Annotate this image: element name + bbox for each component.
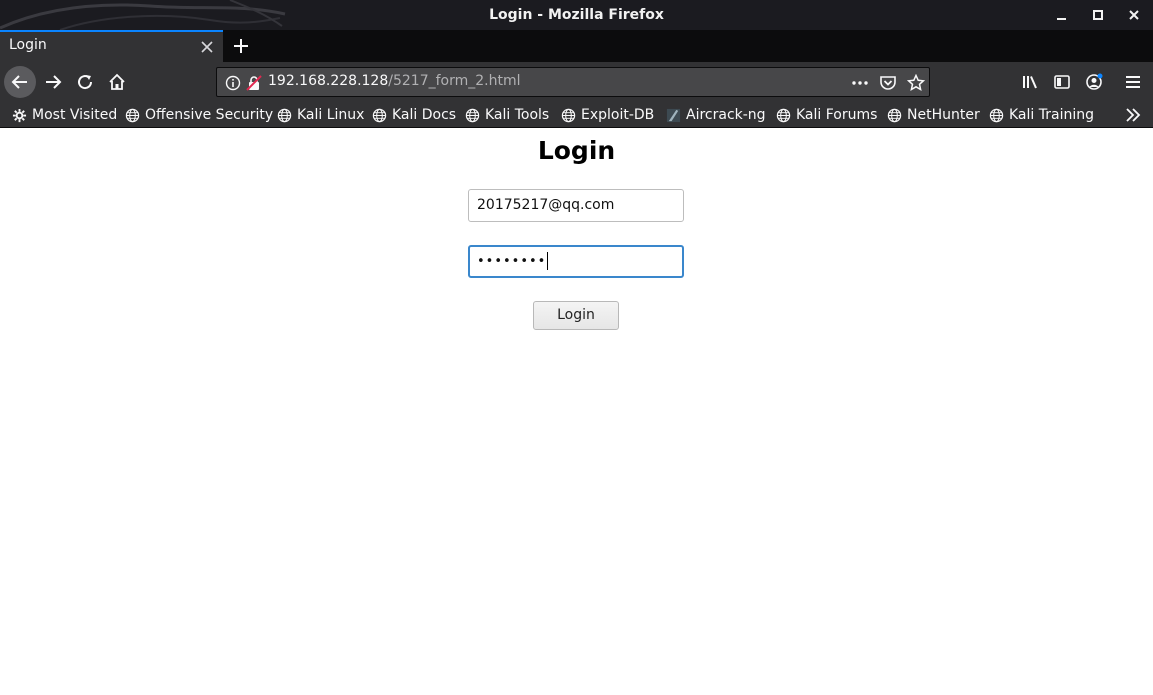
page-actions-icon[interactable]	[851, 74, 869, 92]
bookmark-star-icon[interactable]	[907, 74, 925, 92]
page-content: Login 20175217@qq.com •••••••• Login	[0, 128, 1153, 695]
window-titlebar: Login - Mozilla Firefox	[0, 0, 1153, 30]
home-icon	[109, 73, 125, 90]
url-host: 192.168.228.128	[268, 73, 389, 89]
url-bar[interactable]: 192.168.228.128/5217_form_2.html	[216, 67, 930, 97]
info-icon[interactable]	[225, 75, 241, 91]
library-icon[interactable]	[1021, 73, 1039, 91]
tab-close-icon[interactable]	[200, 40, 214, 54]
bookmark-label: Kali Docs	[392, 107, 457, 123]
minimize-button[interactable]	[1053, 6, 1071, 24]
insecure-lock-icon[interactable]	[246, 75, 262, 91]
globe-icon	[989, 108, 1004, 123]
bookmark-label: Kali Forums	[796, 107, 878, 123]
globe-icon	[372, 108, 387, 123]
back-arrow-icon	[11, 75, 27, 89]
pocket-icon[interactable]	[879, 74, 897, 92]
bookmark-label: NetHunter	[907, 107, 980, 123]
url-path: /5217_form_2.html	[388, 73, 521, 89]
close-window-button[interactable]	[1125, 6, 1143, 24]
sidebar-icon[interactable]	[1053, 73, 1071, 91]
minimize-icon	[1057, 18, 1066, 20]
maximize-button[interactable]	[1089, 6, 1107, 24]
password-input[interactable]: ••••••••	[468, 245, 684, 278]
login-button[interactable]: Login	[533, 301, 619, 330]
bookmark-label: Kali Linux	[297, 107, 365, 123]
globe-icon	[465, 108, 480, 123]
tab-strip: Login	[0, 30, 1153, 62]
bookmarks-toolbar: Most Visited Offensive Security Kali Lin…	[0, 102, 1153, 128]
hamburger-menu-icon[interactable]	[1124, 73, 1142, 91]
email-input[interactable]: 20175217@qq.com	[468, 189, 684, 222]
aircrack-icon	[666, 108, 681, 123]
bookmark-label: Offensive Security	[145, 107, 274, 123]
tab-title: Login	[9, 37, 47, 53]
bookmark-label: Kali Tools	[485, 107, 550, 123]
url-text[interactable]: 192.168.228.128/5217_form_2.html	[268, 73, 520, 89]
bookmark-label: Exploit-DB	[581, 107, 655, 123]
back-button[interactable]	[4, 66, 36, 98]
tab-login[interactable]: Login	[0, 30, 223, 62]
globe-icon	[776, 108, 791, 123]
text-caret	[547, 252, 549, 270]
reload-button[interactable]	[70, 67, 100, 97]
globe-icon	[887, 108, 902, 123]
globe-icon	[561, 108, 576, 123]
page-heading: Login	[537, 136, 616, 165]
forward-arrow-icon	[46, 75, 62, 89]
bookmark-label: Aircrack-ng	[686, 107, 766, 123]
forward-button[interactable]	[38, 67, 68, 97]
bookmark-label: Kali Training	[1009, 107, 1094, 123]
account-icon[interactable]	[1085, 73, 1103, 91]
close-icon	[1129, 10, 1139, 20]
maximize-icon	[1093, 10, 1103, 20]
password-mask: ••••••••	[477, 254, 547, 269]
bookmark-label: Most Visited	[32, 107, 118, 123]
new-tab-icon[interactable]	[231, 36, 251, 56]
chevron-double-right-icon[interactable]	[1125, 107, 1141, 123]
gear-icon	[12, 108, 27, 123]
globe-icon	[277, 108, 292, 123]
reload-icon	[78, 75, 93, 90]
window-title: Login - Mozilla Firefox	[489, 7, 664, 23]
navigation-toolbar: 192.168.228.128/5217_form_2.html	[0, 62, 1153, 102]
globe-icon	[125, 108, 140, 123]
home-button[interactable]	[102, 67, 132, 97]
